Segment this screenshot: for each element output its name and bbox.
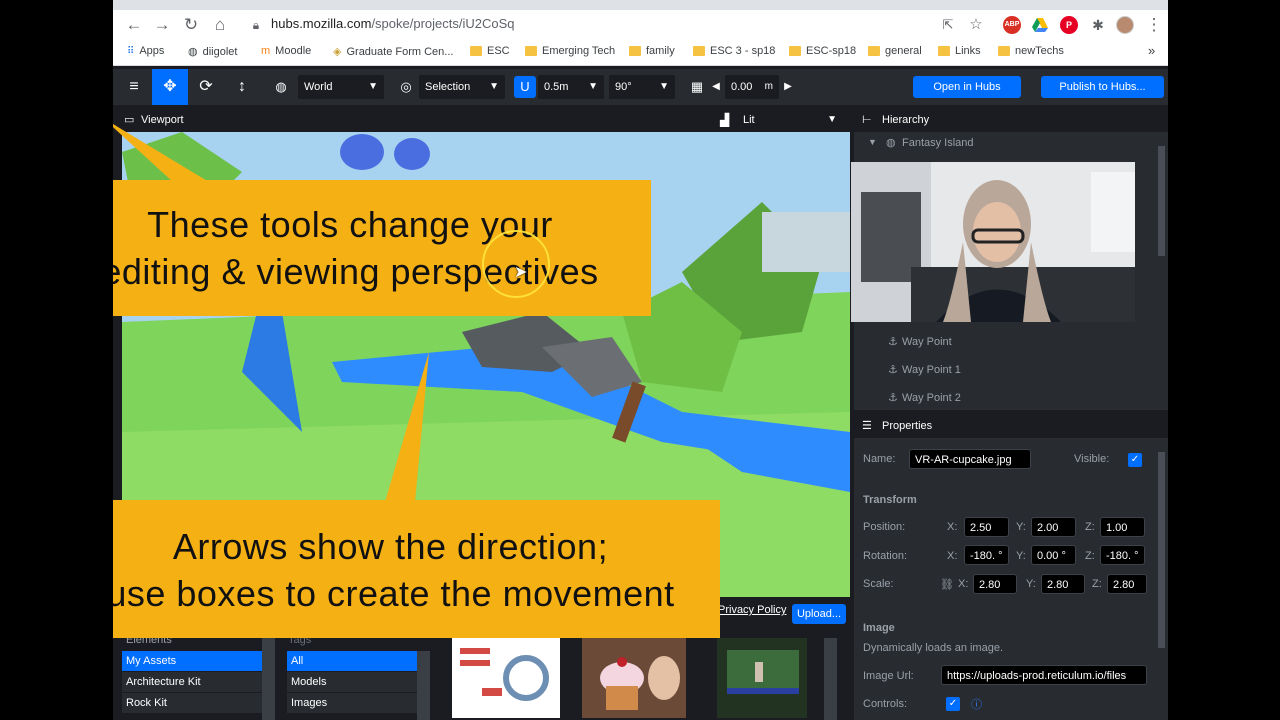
callout-top-line-1: These tools change your <box>147 204 553 245</box>
image-url-field[interactable]: https://uploads-prod.reticulum.io/files <box>941 665 1147 685</box>
scale-z-input[interactable]: 2.80 <box>1107 574 1147 594</box>
position-z-input[interactable]: 1.00 <box>1100 517 1145 537</box>
star-icon[interactable]: ☆ <box>965 14 987 36</box>
hierarchy-item-way-point-2[interactable]: Way Point 2 <box>902 392 961 404</box>
rotation-y-input[interactable]: 0.00 ° <box>1031 545 1076 565</box>
bookmarks-more[interactable]: » <box>1148 43 1155 58</box>
hierarchy-item-way-point-1[interactable]: Way Point 1 <box>902 364 961 376</box>
callout-top: These tools change your editing & viewin… <box>113 180 651 316</box>
properties-header: ☰ Properties <box>854 414 1168 438</box>
open-external-icon[interactable]: ⇱ <box>937 14 959 36</box>
menu-dots-icon[interactable]: ⋮ <box>1143 14 1165 36</box>
name-field[interactable]: VR-AR-cupcake.jpg <box>909 449 1031 469</box>
visible-checkbox[interactable]: ✓ <box>1128 453 1142 467</box>
rotation-z-input[interactable]: -180. ° <box>1100 545 1145 565</box>
presenter-video <box>851 162 1135 322</box>
axis-y-label: Y: <box>1026 578 1036 590</box>
callout-top-line-2: editing & viewing perspectives <box>113 251 599 292</box>
callout-bottom-line-2: use boxes to create the movement <box>113 573 675 614</box>
info-icon[interactable]: ⓘ <box>971 696 982 712</box>
axis-z-label: Z: <box>1085 521 1095 533</box>
publish-button[interactable]: Publish to Hubs... <box>1041 76 1164 98</box>
callout-bottom: Arrows show the direction; use boxes to … <box>113 500 720 638</box>
open-in-hubs-button[interactable]: Open in Hubs <box>913 76 1021 98</box>
axis-z-label: Z: <box>1092 578 1102 590</box>
axis-y-label: Y: <box>1016 550 1026 562</box>
axis-x-label: X: <box>958 578 969 590</box>
axis-x-label: X: <box>947 521 958 533</box>
properties-scrollbar[interactable] <box>1155 438 1168 720</box>
properties-panel: Name: VR-AR-cupcake.jpg Visible: ✓ Trans… <box>854 438 1155 720</box>
position-x-input[interactable]: 2.50 <box>964 517 1009 537</box>
scroll-thumb[interactable] <box>1158 146 1165 256</box>
puzzle-icon[interactable]: ✱ <box>1087 14 1109 36</box>
waypoint-icon: ⚓︎ <box>888 336 898 348</box>
globe-icon: ◍ <box>886 137 896 149</box>
callout-bottom-line-1: Arrows show the direction; <box>172 526 609 567</box>
rotation-x-input[interactable]: -180. ° <box>964 545 1009 565</box>
bookmark-general[interactable]: general <box>868 45 922 57</box>
axis-x-label: X: <box>947 550 958 562</box>
waypoint-icon: ⚓︎ <box>888 364 898 376</box>
pinterest-icon[interactable]: P <box>1060 16 1078 34</box>
bookmark-links[interactable]: Links <box>938 45 981 57</box>
folder-icon <box>998 46 1010 56</box>
position-y-input[interactable]: 2.00 <box>1031 517 1076 537</box>
browser-window: ← → ↻ ⌂ 🔒︎ hubs.mozilla.com/spoke/projec… <box>113 0 1168 720</box>
axis-z-label: Z: <box>1085 550 1095 562</box>
scale-y-input[interactable]: 2.80 <box>1041 574 1085 594</box>
scale-x-input[interactable]: 2.80 <box>973 574 1017 594</box>
link-icon[interactable]: ⛓︎ <box>940 578 954 591</box>
visible-label: Visible: <box>1074 453 1110 465</box>
folder-icon <box>938 46 950 56</box>
abp-icon[interactable]: ABP <box>1003 16 1021 34</box>
profile-avatar[interactable] <box>1116 16 1134 34</box>
hierarchy-header: ⊢ Hierarchy <box>854 108 1168 132</box>
webcam-overlay <box>851 162 1135 322</box>
hierarchy-scrollbar[interactable] <box>1155 132 1168 410</box>
image-description: Dynamically loads an image. <box>863 642 1004 654</box>
controls-checkbox[interactable]: ✓ <box>946 697 960 711</box>
drive-icon[interactable] <box>1031 16 1049 34</box>
mouse-cursor-icon: ➤ <box>514 264 528 281</box>
axis-y-label: Y: <box>1016 521 1026 533</box>
bookmark-newtechs[interactable]: newTechs <box>998 45 1064 57</box>
waypoint-icon: ⚓︎ <box>888 392 898 404</box>
right-black-bar <box>1168 0 1280 720</box>
left-black-bar <box>0 0 113 720</box>
hierarchy-item-way-point[interactable]: Way Point <box>902 336 952 348</box>
hierarchy-root[interactable]: Fantasy Island <box>902 137 974 149</box>
scroll-thumb[interactable] <box>1158 452 1165 648</box>
